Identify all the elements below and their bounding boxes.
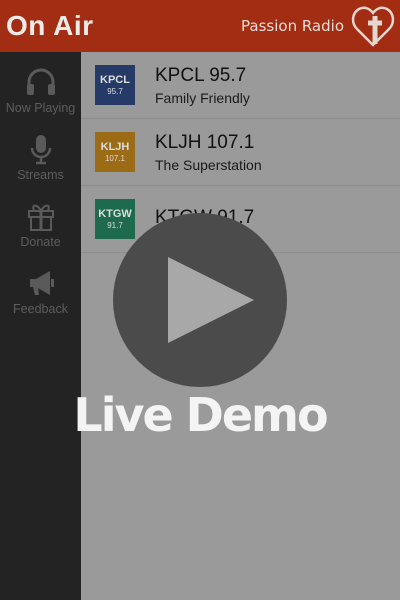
station-logo-call: KLJH	[100, 140, 130, 153]
station-logo-freq: 95.7	[107, 86, 123, 96]
list-item[interactable]: KPCL 95.7 KPCL 95.7 Family Friendly	[81, 52, 400, 119]
sidebar-item-label: Now Playing	[5, 101, 76, 115]
sidebar-item-now-playing[interactable]: Now Playing	[0, 52, 81, 119]
station-tagline: The Superstation	[155, 156, 262, 173]
page-title: On Air	[6, 10, 94, 41]
microphone-icon	[30, 135, 51, 165]
live-demo-label[interactable]: Live Demo	[0, 388, 400, 442]
sidebar-item-label: Donate	[20, 235, 61, 249]
station-tagline: Family Friendly	[155, 89, 250, 106]
station-text: KLJH 107.1 The Superstation	[155, 132, 262, 173]
sidebar-item-feedback[interactable]: Feedback	[0, 253, 81, 320]
megaphone-icon	[29, 271, 54, 295]
station-logo: KLJH 107.1	[95, 132, 135, 172]
gift-icon	[27, 204, 54, 231]
header-brand: Passion Radio	[241, 3, 400, 49]
station-logo-freq: 107.1	[104, 153, 126, 163]
list-item[interactable]: KLJH 107.1 KLJH 107.1 The Superstation	[81, 119, 400, 186]
station-name: KLJH 107.1	[155, 131, 255, 153]
play-button[interactable]	[113, 213, 287, 387]
headphones-icon	[26, 68, 55, 95]
station-text: KPCL 95.7 Family Friendly	[155, 65, 250, 106]
sidebar-item-label: Streams	[17, 168, 64, 182]
brand-name: Passion Radio	[241, 17, 344, 35]
heart-cross-logo-icon	[351, 6, 395, 47]
app-header: On Air Passion Radio	[0, 0, 400, 52]
station-logo-call: KPCL	[100, 73, 130, 86]
sidebar-item-donate[interactable]: Donate	[0, 186, 81, 253]
sidebar-nav: Now Playing Streams Donate Feedback	[0, 52, 81, 600]
station-name: KPCL 95.7	[155, 64, 247, 86]
sidebar-item-streams[interactable]: Streams	[0, 119, 81, 186]
play-icon	[168, 257, 254, 343]
station-logo: KPCL 95.7	[95, 65, 135, 105]
sidebar-item-label: Feedback	[13, 302, 68, 316]
